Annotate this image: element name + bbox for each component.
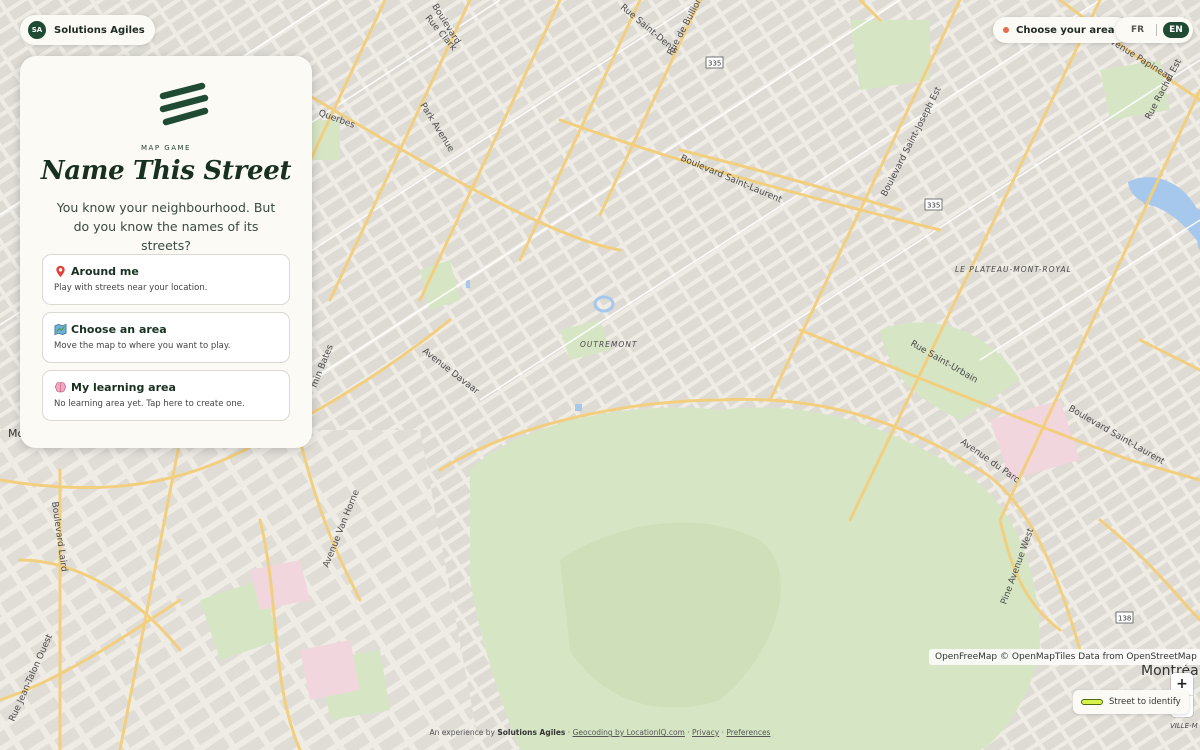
option-around-me[interactable]: Around me Play with streets near your lo… (42, 254, 290, 305)
option-choose-area[interactable]: Choose an area Move the map to where you… (42, 312, 290, 363)
street-highlight-icon (1081, 699, 1103, 705)
panel-subtitle: You know your neighbourhood. But do you … (56, 200, 276, 253)
option-title: Around me (71, 265, 139, 278)
map-label-plateau: LE PLATEAU-MONT-ROYAL (955, 265, 1072, 274)
attribution-osm-link[interactable]: OpenStreetMap (1126, 652, 1196, 662)
page-title: Name This Street (40, 156, 292, 186)
option-title: Choose an area (71, 323, 167, 336)
brain-icon (54, 382, 67, 393)
pin-icon (56, 265, 65, 278)
option-title: My learning area (71, 381, 176, 394)
panel-kicker: MAP GAME (141, 144, 191, 152)
footer-separator: · (567, 728, 571, 737)
game-panel: MAP GAME Name This Street You know your … (20, 56, 312, 448)
map-icon (54, 323, 67, 336)
choose-area-button[interactable]: Choose your area (993, 17, 1129, 43)
footer-preferences-link[interactable]: Preferences (726, 728, 770, 737)
footer-brand-link[interactable]: Solutions Agiles (497, 728, 565, 737)
footer-separator: · (721, 728, 724, 737)
option-description: Play with streets near your location. (54, 283, 208, 293)
route-shield-138: 138 (1118, 615, 1131, 623)
map-attribution: OpenFreeMap © OpenMapTiles Data from Ope… (929, 649, 1200, 665)
legend-label: Street to identify (1109, 697, 1181, 707)
attribution-openfreemap-link[interactable]: OpenFreeMap (935, 652, 997, 662)
lang-fr-button[interactable]: FR (1125, 22, 1150, 38)
attribution-openmaptiles-link[interactable]: © OpenMapTiles (1000, 652, 1075, 662)
status-dot-icon (1003, 27, 1009, 33)
map-legend: Street to identify (1073, 690, 1189, 714)
choose-area-label: Choose your area (1016, 24, 1115, 36)
map-label-outremont: OUTREMONT (580, 340, 638, 349)
brand-chip[interactable]: SA Solutions Agiles (20, 15, 155, 45)
brand-avatar: SA (28, 21, 46, 39)
language-toggle: FR EN (1115, 17, 1193, 43)
brand-name: Solutions Agiles (54, 24, 145, 36)
lang-divider (1156, 24, 1158, 36)
route-shield-335b: 335 (927, 202, 940, 210)
footer-geocoding-link[interactable]: Geocoding by LocationIQ.com (573, 728, 685, 737)
logo-icon (159, 82, 209, 126)
option-description: No learning area yet. Tap here to create… (54, 399, 245, 409)
lang-en-button[interactable]: EN (1163, 22, 1189, 38)
option-description: Move the map to where you want to play. (54, 341, 231, 351)
route-shield-335a: 335 (708, 60, 721, 68)
attribution-data-from: Data from (1078, 652, 1124, 662)
footer: An experience by Solutions Agiles · Geoc… (0, 728, 1200, 737)
footer-privacy-link[interactable]: Privacy (692, 728, 719, 737)
footer-prefix: An experience by (429, 728, 495, 737)
option-learning-area[interactable]: My learning area No learning area yet. T… (42, 370, 290, 421)
footer-separator: · (687, 728, 690, 737)
